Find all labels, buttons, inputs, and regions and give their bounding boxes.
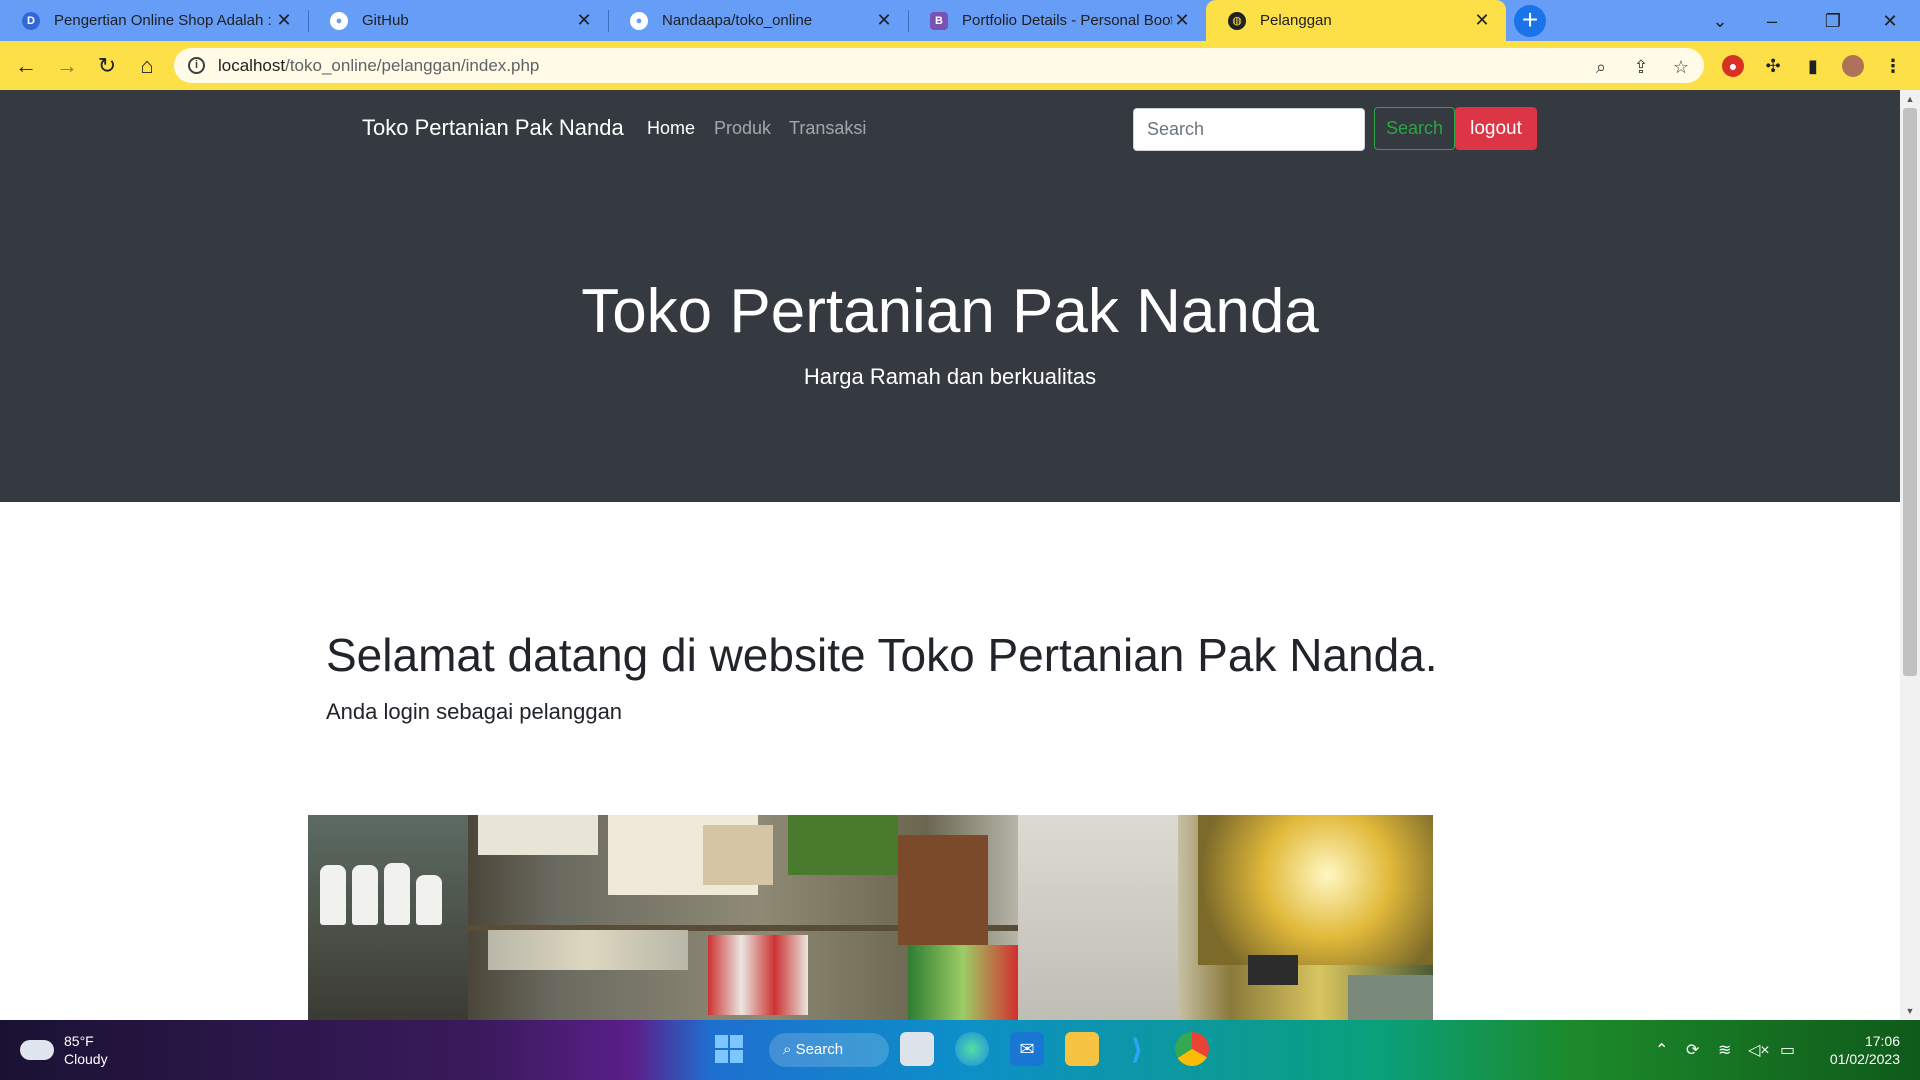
sync-icon[interactable]: ⟳ <box>1686 1040 1699 1060</box>
tab-title: Pelanggan <box>1260 12 1332 29</box>
close-tab-icon[interactable]: ✕ <box>574 10 594 31</box>
taskbar-search-label: Search <box>795 1041 844 1058</box>
navbar-brand[interactable]: Toko Pertanian Pak Nanda <box>362 115 624 141</box>
address-bar[interactable]: i localhost/toko_online/pelanggan/index.… <box>174 48 1704 83</box>
tab-portfolio[interactable]: B Portfolio Details - Personal Boots ✕ <box>908 0 1206 41</box>
close-tab-icon[interactable]: ✕ <box>1172 10 1192 31</box>
wifi-icon[interactable]: ≋ <box>1718 1040 1731 1060</box>
cloud-icon <box>20 1040 54 1060</box>
home-icon[interactable]: ⌂ <box>131 50 163 82</box>
clock-time: 17:06 <box>1864 1033 1900 1049</box>
tab-search-chevron-icon[interactable]: ⌄ <box>1700 6 1740 36</box>
tray-chevron-icon[interactable]: ⌃ <box>1655 1040 1668 1060</box>
new-tab-icon[interactable]: + <box>1514 5 1546 37</box>
nav-link-transaksi[interactable]: Transaksi <box>789 118 866 139</box>
hero-title: Toko Pertanian Pak Nanda <box>581 277 1319 346</box>
search-input[interactable] <box>1133 108 1365 151</box>
tab-dicoding[interactable]: D Pengertian Online Shop Adalah : ✕ <box>0 0 308 41</box>
task-view-icon[interactable] <box>900 1032 934 1066</box>
welcome-heading: Selamat datang di website Toko Pertanian… <box>326 629 1438 681</box>
page-scrollbar[interactable]: ▲ ▼ <box>1900 90 1920 1020</box>
hero-subtitle: Harga Ramah dan berkualitas <box>803 364 1097 389</box>
browser-tab-strip: D Pengertian Online Shop Adalah : ✕ ● Gi… <box>0 0 1920 41</box>
logout-button[interactable]: logout <box>1455 107 1537 150</box>
shop-photo <box>308 815 1433 1020</box>
restore-icon[interactable]: ❐ <box>1813 6 1853 36</box>
chrome-icon[interactable] <box>1175 1032 1209 1066</box>
edge-icon[interactable] <box>955 1032 989 1066</box>
tab-repo[interactable]: ● Nandaapa/toko_online ✕ <box>608 0 908 41</box>
extensions-puzzle-icon[interactable]: ✣ <box>1762 55 1784 77</box>
tab-title: Portfolio Details - Personal Boots <box>962 12 1172 29</box>
bootstrap-icon: B <box>930 11 948 30</box>
taskbar-search[interactable]: ⌕ Search <box>769 1033 889 1067</box>
close-tab-icon[interactable]: ✕ <box>1472 10 1492 31</box>
avatar[interactable] <box>1842 55 1864 77</box>
zoom-icon[interactable]: ⌕ <box>1590 56 1612 78</box>
tab-pelanggan[interactable]: ◍ Pelanggan ✕ <box>1206 0 1506 41</box>
browser-toolbar: ← → ↻ ⌂ i localhost/toko_online/pelangga… <box>0 41 1920 90</box>
weather-desc: Cloudy <box>64 1051 108 1067</box>
url-text: localhost/toko_online/pelanggan/index.ph… <box>218 56 540 75</box>
side-panel-icon[interactable]: ▮ <box>1802 55 1824 77</box>
tab-title: Nandaapa/toko_online <box>662 12 813 29</box>
login-role-text: Anda login sebagai pelanggan <box>326 699 623 724</box>
dicoding-icon: D <box>22 11 40 30</box>
tab-title: Pengertian Online Shop Adalah : <box>54 12 272 29</box>
close-tab-icon[interactable]: ✕ <box>274 10 294 31</box>
minimize-icon[interactable]: – <box>1752 6 1792 36</box>
clock-date: 01/02/2023 <box>1829 1051 1900 1067</box>
tab-github[interactable]: ● GitHub ✕ <box>308 0 608 41</box>
scrollbar-thumb[interactable] <box>1903 108 1917 676</box>
nav-link-home[interactable]: Home <box>647 118 695 139</box>
weather-temp: 85°F <box>64 1033 94 1049</box>
page-viewport: Toko Pertanian Pak Nanda Home Produk Tra… <box>0 90 1900 1020</box>
close-window-icon[interactable]: ✕ <box>1870 6 1910 36</box>
reload-icon[interactable]: ↻ <box>91 50 123 82</box>
extension-shield-icon[interactable]: ● <box>1722 55 1744 77</box>
menu-kebab-icon[interactable]: ⋮ <box>1882 55 1904 77</box>
close-tab-icon[interactable]: ✕ <box>874 10 894 31</box>
back-icon[interactable]: ← <box>10 50 42 82</box>
share-icon[interactable]: ⇪ <box>1630 56 1652 78</box>
hero-jumbotron: Toko Pertanian Pak Nanda Harga Ramah dan… <box>0 168 1900 502</box>
tab-title: GitHub <box>362 12 409 29</box>
search-button[interactable]: Search <box>1374 107 1455 150</box>
battery-icon[interactable]: ▭ <box>1780 1040 1795 1060</box>
site-info-icon[interactable]: i <box>188 57 205 74</box>
taskbar-clock[interactable]: 17:06 01/02/2023 <box>1800 1032 1900 1068</box>
github-icon: ● <box>330 11 348 30</box>
github-icon: ● <box>630 11 648 30</box>
bookmark-star-icon[interactable]: ☆ <box>1670 56 1692 78</box>
forward-icon[interactable]: → <box>51 50 83 82</box>
globe-icon: ◍ <box>1228 11 1246 30</box>
mail-icon[interactable]: ✉ <box>1010 1032 1044 1066</box>
file-explorer-icon[interactable] <box>1065 1032 1099 1066</box>
nav-link-produk[interactable]: Produk <box>714 118 771 139</box>
vscode-icon[interactable]: ⟩ <box>1120 1032 1154 1066</box>
volume-muted-icon[interactable]: ◁× <box>1748 1040 1770 1060</box>
weather-widget[interactable]: 85°F Cloudy <box>20 1032 108 1068</box>
windows-taskbar: 85°F Cloudy ⌕ Search ✉ ⟩ ⌃ ⟳ ≋ ◁× ▭ 17:0… <box>0 1020 1920 1080</box>
start-windows-icon[interactable] <box>712 1032 746 1066</box>
site-navbar: Toko Pertanian Pak Nanda Home Produk Tra… <box>0 90 1900 168</box>
